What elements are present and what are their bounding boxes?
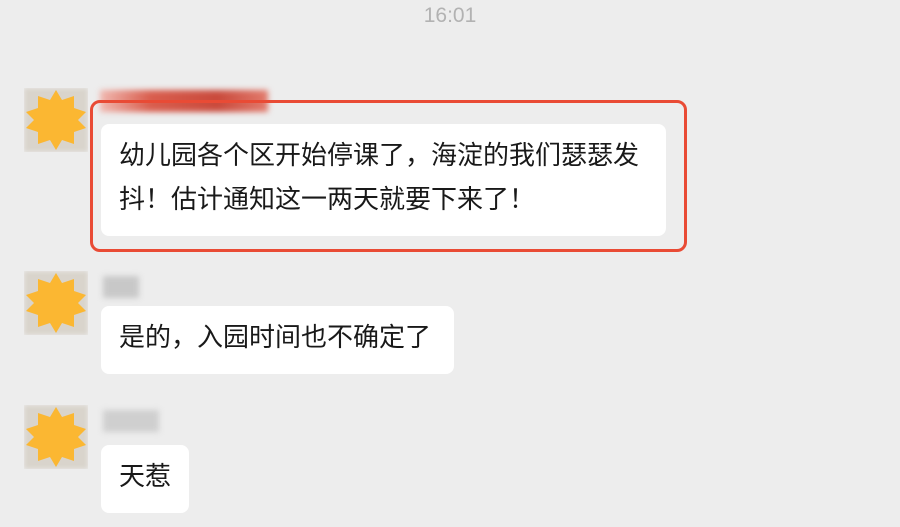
message-bubble[interactable]: 是的，入园时间也不确定了 xyxy=(101,306,454,374)
chat-timestamp: 16:01 xyxy=(423,4,477,27)
avatar[interactable] xyxy=(24,405,88,469)
avatar[interactable] xyxy=(24,271,88,335)
avatar-icon xyxy=(26,273,86,333)
avatar-icon xyxy=(26,90,86,150)
sender-name-blurred xyxy=(103,410,159,432)
message-text: 天惹 xyxy=(119,462,172,492)
message-bubble[interactable]: 幼儿园各个区开始停课了，海淀的我们瑟瑟发 抖！估计通知这一两天就要下来了！ xyxy=(101,124,666,236)
avatar[interactable] xyxy=(24,88,88,152)
message-bubble[interactable]: 天惹 xyxy=(101,445,189,513)
message-text: 是的，入园时间也不确定了 xyxy=(119,323,432,353)
avatar-icon xyxy=(26,407,86,467)
sender-name-blurred xyxy=(103,276,139,298)
message-text-line: 幼儿园各个区开始停课了，海淀的我们瑟瑟发 xyxy=(119,141,640,171)
message-text-line: 抖！估计通知这一两天就要下来了！ xyxy=(119,185,536,215)
